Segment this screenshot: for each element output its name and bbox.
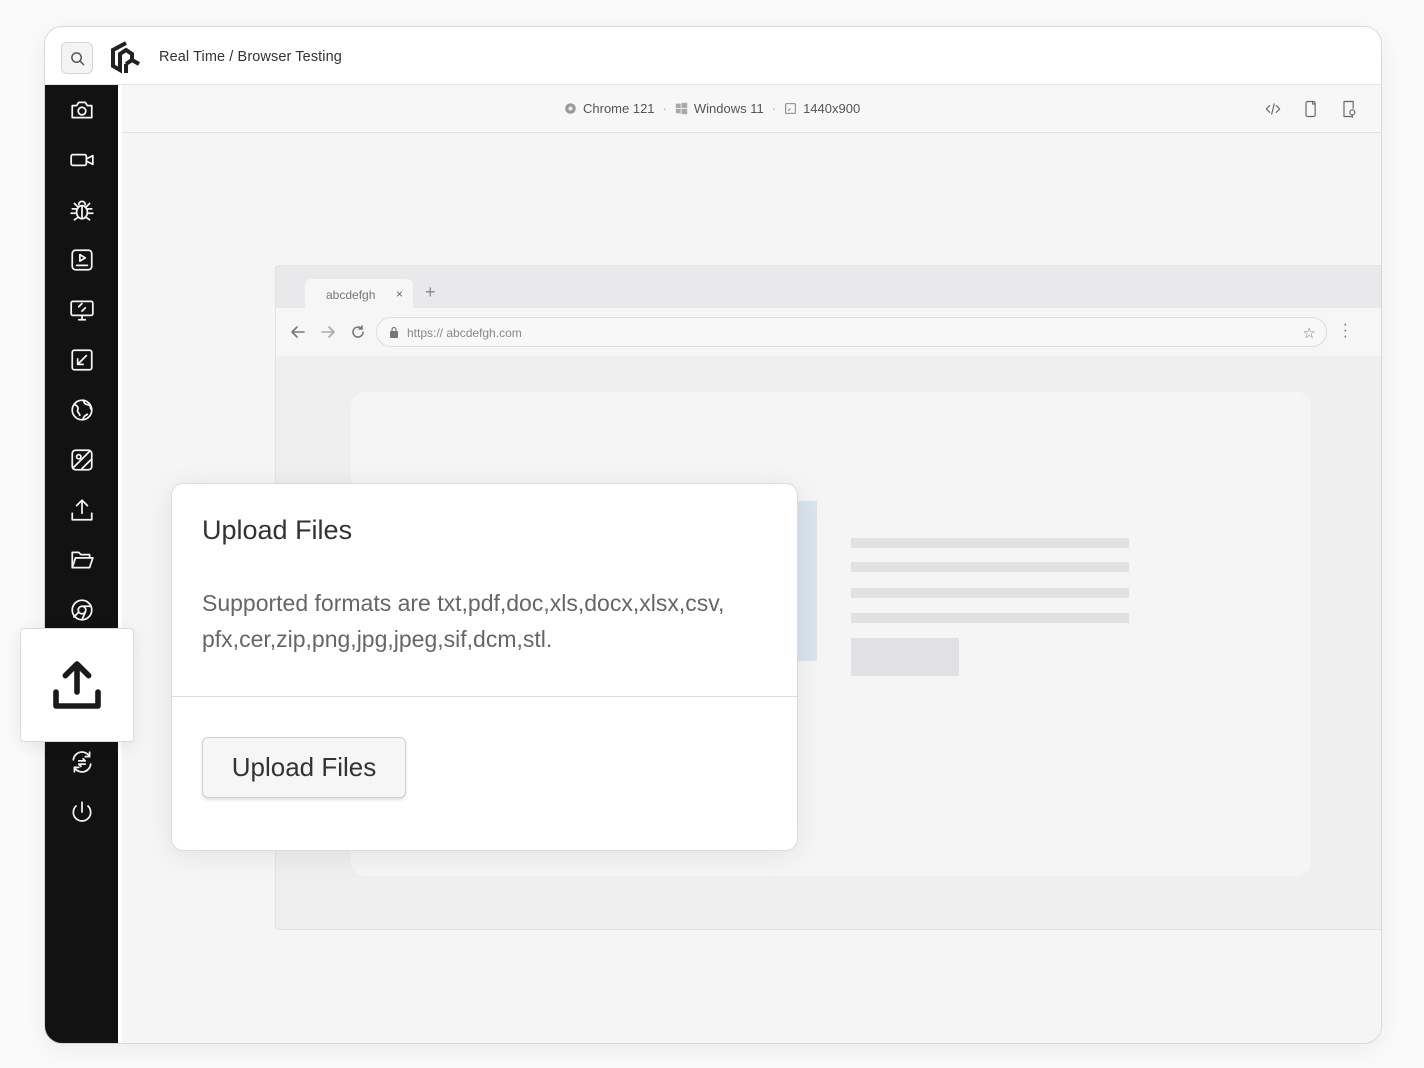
nav-buttons bbox=[290, 324, 366, 340]
device-settings-icon[interactable] bbox=[1339, 99, 1359, 119]
sidebar-item-recordings[interactable] bbox=[65, 243, 99, 277]
screen-resolution-icon bbox=[70, 300, 94, 321]
search-icon bbox=[70, 51, 84, 65]
address-bar[interactable]: https:// abcdefgh.com ☆ bbox=[376, 317, 1327, 347]
sidebar-item-resolution[interactable] bbox=[65, 293, 99, 327]
upload-callout[interactable] bbox=[20, 628, 134, 742]
separator: · bbox=[662, 101, 667, 116]
bookmark-star-icon[interactable]: ☆ bbox=[1303, 324, 1316, 342]
tab-close-icon[interactable]: × bbox=[396, 287, 403, 301]
sidebar-item-geolocation[interactable] bbox=[65, 393, 99, 427]
session-info-bar: Chrome 121 · Windows 11 · 1440x900 bbox=[122, 85, 1381, 133]
browser-nav-bar: https:// abcdefgh.com ☆ · · · bbox=[276, 308, 1381, 356]
toolbar bbox=[1263, 99, 1359, 119]
sidebar-item-bug[interactable] bbox=[65, 193, 99, 227]
browser-tab-strip: abcdefgh × + bbox=[276, 266, 1381, 309]
sidebar-item-browser[interactable] bbox=[65, 593, 99, 627]
upload-icon bbox=[53, 661, 101, 709]
reload-icon[interactable] bbox=[350, 324, 366, 340]
environment-info: Chrome 121 · Windows 11 · 1440x900 bbox=[564, 101, 860, 116]
camera-icon bbox=[71, 101, 93, 119]
placeholder-text-line bbox=[851, 562, 1129, 572]
resolution-icon bbox=[785, 103, 796, 114]
sidebar-item-resize[interactable] bbox=[65, 343, 99, 377]
separator: · bbox=[771, 101, 777, 116]
upload-files-button[interactable]: Upload Files bbox=[202, 737, 406, 798]
placeholder-text-line bbox=[851, 538, 1129, 548]
sidebar-item-image-injection[interactable] bbox=[65, 443, 99, 477]
url-text: https:// abcdefgh.com bbox=[407, 326, 522, 340]
browser-menu-icon[interactable]: · · · bbox=[1343, 317, 1348, 345]
lambdatest-logo bbox=[111, 41, 140, 74]
image-icon bbox=[71, 449, 93, 471]
tab-label: abcdefgh bbox=[326, 288, 376, 302]
power-icon bbox=[72, 801, 92, 822]
os-version: Windows 11 bbox=[693, 101, 764, 116]
back-arrow-icon[interactable] bbox=[290, 324, 306, 340]
sidebar-item-upload[interactable] bbox=[65, 493, 99, 527]
recording-icon bbox=[71, 249, 93, 271]
search-button[interactable] bbox=[61, 42, 93, 74]
sidebar-item-switch[interactable] bbox=[65, 745, 99, 779]
sidebar bbox=[45, 85, 118, 1043]
upload-files-dialog: Upload Files Supported formats are txt,p… bbox=[171, 483, 798, 851]
switch-icon bbox=[72, 751, 92, 773]
forward-arrow-icon[interactable] bbox=[320, 324, 336, 340]
placeholder-button bbox=[851, 638, 959, 676]
divider bbox=[172, 696, 797, 697]
sidebar-item-screenshot[interactable] bbox=[65, 93, 99, 127]
chrome-icon bbox=[565, 103, 576, 114]
browser-version: Chrome 121 bbox=[583, 101, 655, 116]
browser-tab[interactable]: abcdefgh × bbox=[305, 279, 413, 309]
sidebar-item-end-session[interactable] bbox=[65, 795, 99, 829]
resize-icon bbox=[71, 349, 93, 371]
chrome-icon bbox=[71, 599, 93, 621]
placeholder-text-line bbox=[851, 613, 1129, 623]
upload-icon bbox=[71, 499, 93, 521]
page-title: Real Time / Browser Testing bbox=[159, 49, 342, 65]
sidebar-item-files[interactable] bbox=[65, 543, 99, 577]
video-icon bbox=[70, 153, 94, 167]
folder-icon bbox=[71, 551, 94, 569]
dialog-title: Upload Files bbox=[202, 515, 353, 545]
placeholder-text-line bbox=[851, 588, 1129, 598]
bug-icon bbox=[70, 200, 94, 221]
sidebar-item-record[interactable] bbox=[65, 143, 99, 177]
device-rotate-icon[interactable] bbox=[1301, 99, 1321, 119]
resolution: 1440x900 bbox=[803, 101, 861, 116]
top-bar: Real Time / Browser Testing bbox=[45, 27, 1381, 85]
code-icon[interactable] bbox=[1263, 99, 1283, 119]
globe-icon bbox=[71, 399, 93, 421]
supported-formats-text: Supported formats are txt,pdf,doc,xls,do… bbox=[202, 590, 725, 652]
lock-icon bbox=[390, 326, 398, 338]
new-tab-icon[interactable]: + bbox=[425, 282, 436, 303]
windows-icon bbox=[675, 102, 688, 115]
